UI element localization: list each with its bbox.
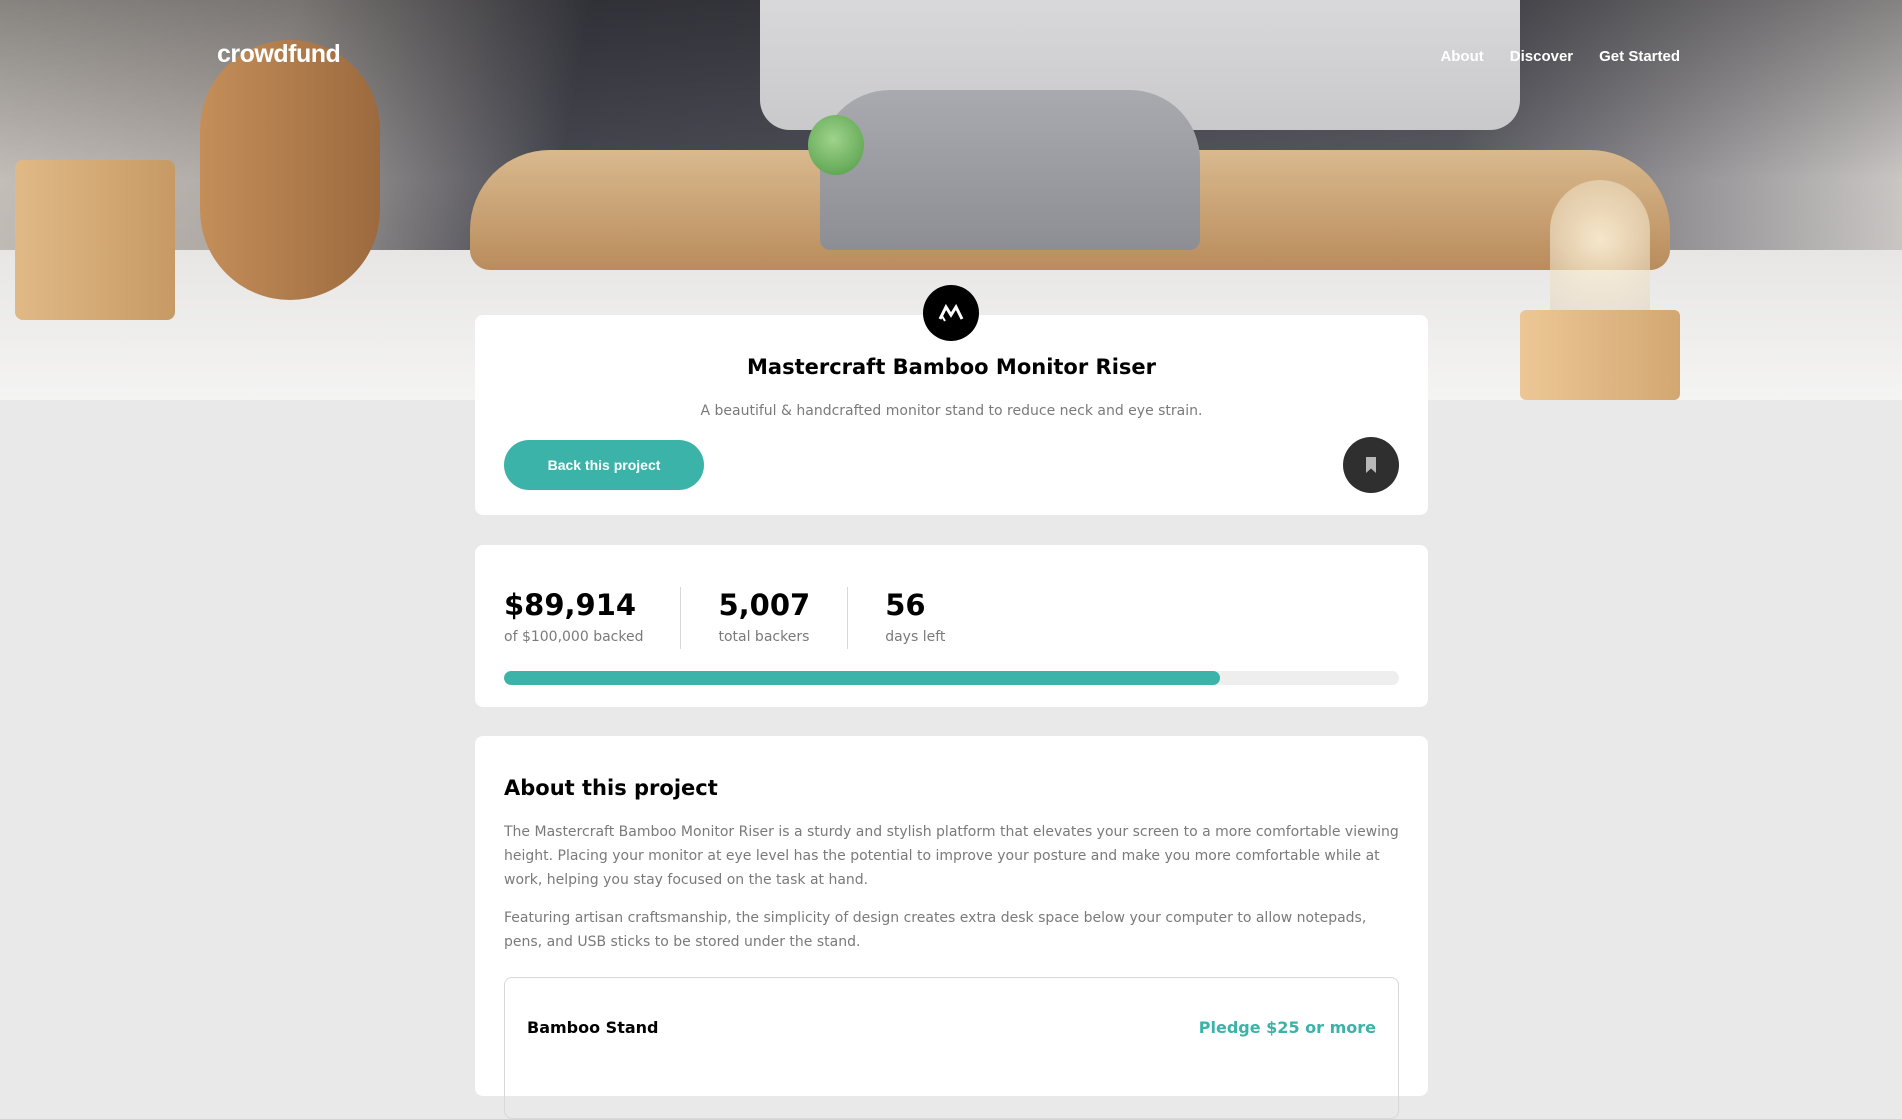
hero-lamp-bulb — [1550, 180, 1650, 330]
stat-backers-value: 5,007 — [718, 588, 811, 622]
stat-days: 56 days left — [885, 587, 982, 649]
nav-link-about[interactable]: About — [1440, 48, 1483, 65]
mastercraft-logo-icon — [938, 303, 964, 322]
nav-link-get-started[interactable]: Get Started — [1599, 48, 1680, 65]
main-nav: About Discover Get Started — [1440, 48, 1680, 65]
project-card: Mastercraft Bamboo Monitor Riser A beaut… — [475, 285, 1428, 515]
hero-figurine — [808, 115, 864, 175]
project-logo — [923, 285, 979, 341]
bookmark-button[interactable] — [1343, 437, 1399, 493]
stat-backed: $89,914 of $100,000 backed — [504, 587, 682, 649]
stat-days-value: 56 — [885, 588, 926, 622]
reward-card: Bamboo Stand Pledge $25 or more — [504, 977, 1399, 1119]
stats-row: $89,914 of $100,000 backed 5,007 total b… — [504, 587, 1019, 649]
project-title: Mastercraft Bamboo Monitor Riser — [747, 355, 1156, 379]
reward-pledge: Pledge $25 or more — [1198, 1018, 1376, 1037]
back-project-button[interactable]: Back this project — [504, 440, 704, 490]
about-title: About this project — [504, 776, 718, 800]
stat-days-label: days left — [885, 629, 946, 645]
reward-name: Bamboo Stand — [527, 1018, 659, 1037]
site-logo[interactable]: crowdfund — [217, 40, 341, 69]
bookmark-icon — [1366, 457, 1376, 473]
stat-backed-label: of $100,000 backed — [504, 629, 644, 645]
stat-backers: 5,007 total backers — [718, 587, 849, 649]
stat-backers-label: total backers — [718, 629, 810, 645]
stats-card: $89,914 of $100,000 backed 5,007 total b… — [475, 545, 1428, 707]
hero-speaker — [200, 40, 380, 300]
about-paragraph-2: Featuring artisan craftsmanship, the sim… — [504, 910, 1367, 950]
about-paragraph-1: The Mastercraft Bamboo Monitor Riser is … — [504, 824, 1399, 888]
funding-progress-fill — [504, 671, 1220, 685]
funding-progress-bar — [504, 671, 1399, 685]
about-card: About this project The Mastercraft Bambo… — [475, 736, 1428, 1119]
hero-lamp-base — [1520, 310, 1680, 400]
hero-monitor-stand — [820, 90, 1200, 250]
project-description: A beautiful & handcrafted monitor stand … — [700, 403, 1203, 419]
stat-backed-value: $89,914 — [504, 588, 637, 622]
nav-link-discover[interactable]: Discover — [1510, 48, 1573, 65]
hero-pen-cup — [15, 160, 175, 320]
